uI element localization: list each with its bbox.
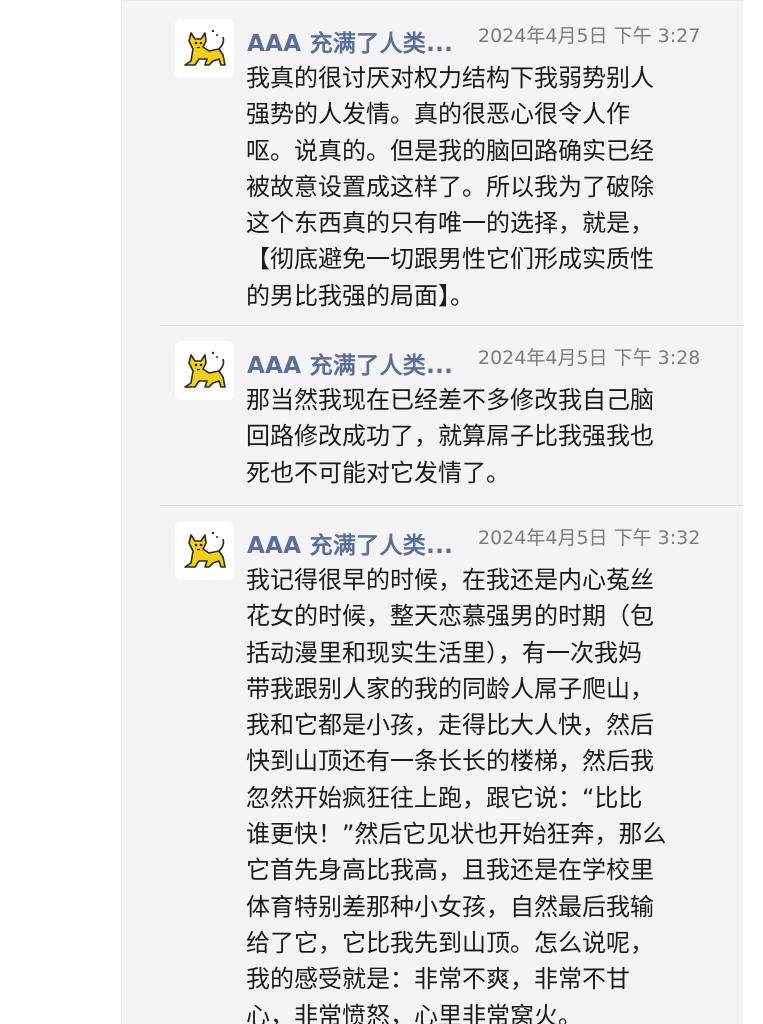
- message-text: 那当然我现在已经差不多修改我自己脑 回路修改成功了，就算屌子比我强我也 死也不可…: [246, 382, 726, 491]
- sender-name[interactable]: AAA 充满了人类...: [247, 346, 453, 380]
- message-text: 我记得很早的时候，在我还是内心菟丝 花女的时候，整天恋慕强男的时期（包 括动漫里…: [246, 562, 726, 1024]
- text-line: 的男比我强的局面】。: [246, 281, 474, 310]
- text-line: 给了它，它比我先到山顶。怎么说呢，: [246, 928, 654, 957]
- avatar[interactable]: [175, 341, 234, 400]
- message-time: 2024年4月5日 下午 3:27: [478, 25, 701, 47]
- text-line: 体育特别差那种小女孩，自然最后我输: [246, 892, 654, 921]
- message-time: 2024年4月5日 下午 3:32: [478, 527, 701, 549]
- message-time: 2024年4月5日 下午 3:28: [478, 347, 701, 369]
- chat-page: AAA 充满了人类... 2024年4月5日 下午 3:27 我真的很讨厌对权力…: [0, 0, 763, 1024]
- text-line: 我记得很早的时候，在我还是内心菟丝: [246, 566, 654, 594]
- text-line: 心，非常愤怒，心里非常窝火。: [246, 1001, 582, 1024]
- divider: [160, 325, 743, 326]
- text-line: 我和它都是小孩，走得比大人快，然后: [246, 711, 654, 740]
- message-text: 我真的很讨厌对权力结构下我弱势别人 强势的人发情。真的很恶心很令人作 呕。说真的…: [246, 60, 726, 314]
- divider: [160, 505, 743, 506]
- text-line: 它首先身高比我高，且我还是在学校里: [246, 856, 654, 885]
- text-line: 强势的人发情。真的很恶心很令人作: [246, 100, 630, 129]
- text-line: 那当然我现在已经差不多修改我自己脑: [246, 386, 654, 414]
- text-line: 我的感受就是：非常不爽，非常不甘: [246, 965, 630, 994]
- text-line: 带我跟别人家的我的同龄人屌子爬山，: [246, 674, 654, 703]
- yellow-cat-icon: [184, 351, 226, 388]
- text-line: 这个东西真的只有唯一的选择，就是，: [246, 209, 654, 238]
- yellow-cat-icon: [184, 531, 226, 568]
- text-line: 括动漫里和现实生活里），有一次我妈: [246, 638, 642, 667]
- text-line: 快到山顶还有一条长长的楼梯，然后我: [246, 747, 654, 776]
- text-line: 被故意设置成这样了。所以我为了破除: [246, 172, 654, 201]
- text-line: 我真的很讨厌对权力结构下我弱势别人: [246, 64, 654, 92]
- sender-name[interactable]: AAA 充满了人类...: [247, 526, 453, 560]
- text-line: 花女的时候，整天恋慕强男的时期（包: [246, 602, 654, 631]
- yellow-cat-icon: [184, 29, 226, 66]
- text-line: 【彻底避免一切跟男性它们形成实质性: [246, 245, 654, 274]
- avatar[interactable]: [175, 19, 234, 78]
- text-line: 回路修改成功了，就算屌子比我强我也: [246, 422, 654, 451]
- text-line: 死也不可能对它发情了。: [246, 458, 510, 487]
- text-line: 谁更快！”然后它见状也开始狂奔，那么: [246, 820, 667, 849]
- avatar[interactable]: [175, 521, 234, 580]
- text-line: 忽然开始疯狂往上跑，跟它说：“比比: [246, 783, 643, 812]
- text-line: 呕。说真的。但是我的脑回路确实已经: [246, 136, 654, 165]
- sender-name[interactable]: AAA 充满了人类...: [247, 24, 453, 58]
